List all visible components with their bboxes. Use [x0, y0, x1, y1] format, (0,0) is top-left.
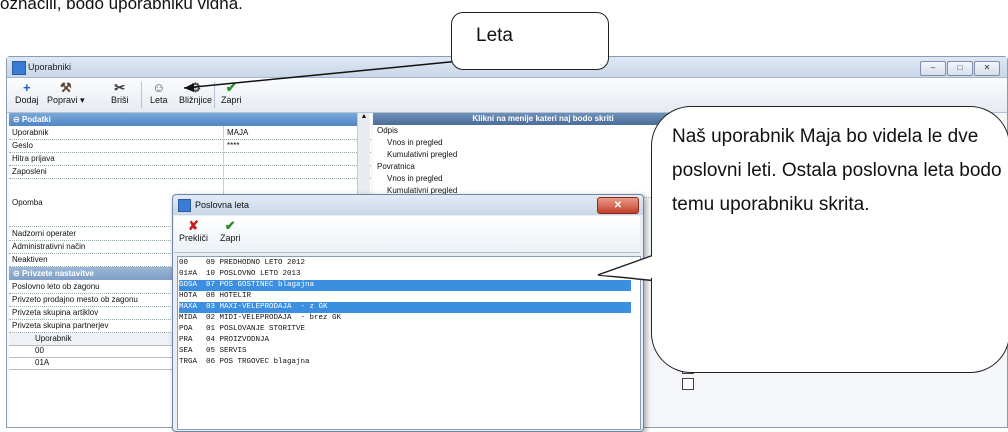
note-callout-text: Naš uporabnik Maja bo videla le dve posl… [672, 126, 1002, 215]
tail-fill [600, 256, 653, 278]
